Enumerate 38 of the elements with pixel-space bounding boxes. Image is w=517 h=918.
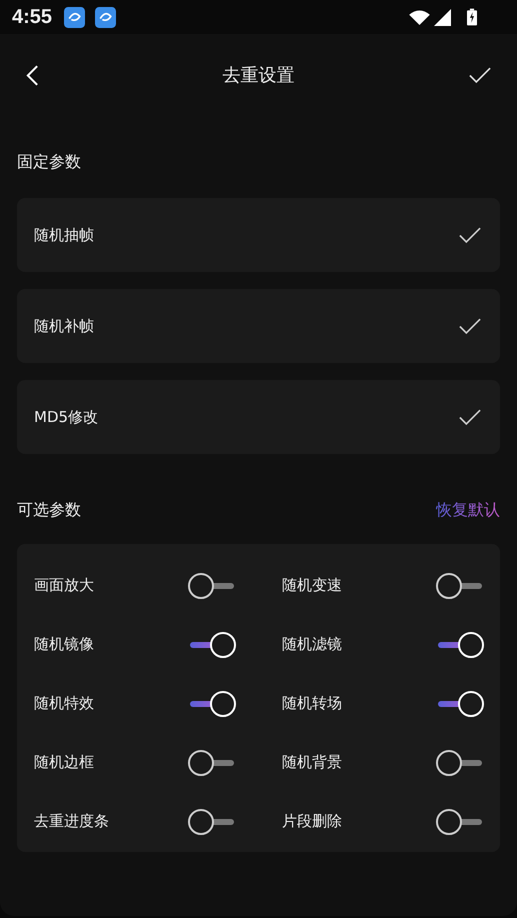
page-title: 去重设置 — [222, 64, 294, 87]
toggle-switch[interactable] — [436, 632, 484, 658]
toggle-switch[interactable] — [436, 750, 484, 776]
toggle-switch[interactable] — [188, 808, 236, 834]
option-label: 随机滤镜 — [282, 635, 342, 654]
section-title: 固定参数 — [17, 152, 82, 173]
option-label: MD5修改 — [34, 408, 98, 426]
status-time: 4:55 — [12, 6, 52, 28]
toggle-switch[interactable] — [188, 632, 236, 658]
signal-icon — [434, 8, 451, 26]
option-label: 画面放大 — [34, 576, 94, 595]
option-label: 随机边框 — [34, 753, 94, 772]
option-label: 随机抽帧 — [34, 226, 94, 244]
option-card[interactable]: 随机抽帧 — [17, 198, 500, 272]
section-title: 可选参数 — [17, 500, 81, 520]
toggle-switch[interactable] — [188, 750, 236, 776]
option-label: 去重进度条 — [34, 812, 109, 831]
toggle-switch[interactable] — [436, 572, 484, 598]
option-label: 随机转场 — [282, 694, 342, 713]
option-card[interactable]: 随机补帧 — [17, 289, 500, 363]
app-notification-icon — [64, 6, 86, 28]
option-label: 随机补帧 — [34, 316, 94, 336]
check-icon[interactable] — [469, 66, 491, 84]
toggle-switch[interactable] — [188, 572, 236, 598]
wifi-icon — [409, 10, 430, 24]
battery-charging-icon — [467, 8, 477, 26]
option-label: 随机镜像 — [34, 635, 94, 654]
app-notification-icon — [95, 6, 116, 28]
option-label: 随机变速 — [282, 576, 342, 595]
option-label: 片段删除 — [282, 812, 342, 831]
toggle-switch[interactable] — [188, 690, 236, 716]
toggle-switch[interactable] — [436, 808, 484, 834]
option-label: 随机特效 — [34, 694, 94, 713]
back-icon[interactable] — [26, 64, 39, 86]
reset-link[interactable]: 恢复默认 — [436, 500, 500, 520]
option-label: 随机背景 — [282, 753, 342, 772]
option-card[interactable]: MD5修改 — [17, 380, 500, 454]
toggle-switch[interactable] — [436, 690, 484, 716]
